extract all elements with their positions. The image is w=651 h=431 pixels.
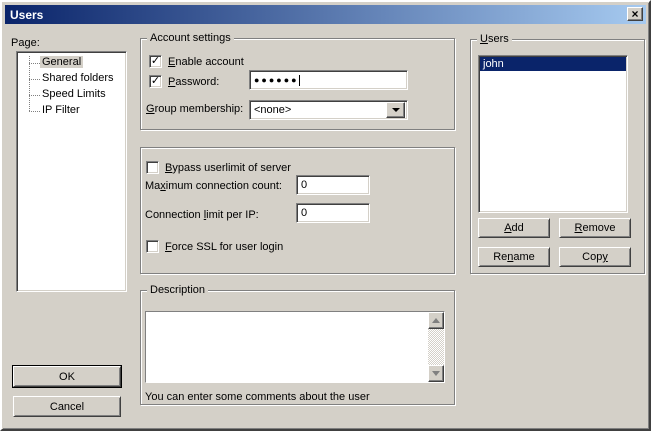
connection-settings-group: ✓ Bypass userlimit of server Maximum con… (140, 147, 455, 274)
dropdown-button[interactable] (386, 102, 405, 118)
remove-user-button[interactable]: Remove (559, 218, 631, 238)
list-item[interactable]: john (480, 57, 626, 71)
copy-button-label: Copy (582, 251, 608, 263)
rename-user-button[interactable]: Rename (478, 247, 550, 267)
tree-item-ip-filter[interactable]: IP Filter (17, 103, 126, 119)
password-label: Password: (168, 76, 219, 88)
page-tree[interactable]: General Shared folders Speed Limits IP F… (16, 51, 127, 292)
connection-limit-per-ip-input[interactable]: 0 (296, 203, 370, 223)
remove-button-label: Remove (575, 222, 616, 234)
account-settings-group: Account settings ✓ Enable account ✓ Pass… (140, 38, 455, 130)
rename-button-label: Rename (493, 251, 535, 263)
password-checkbox[interactable]: ✓ (149, 75, 162, 88)
description-text[interactable] (146, 312, 428, 382)
tree-item-general[interactable]: General (17, 55, 126, 71)
tree-branch-icon (29, 95, 40, 96)
users-group-title: Users (477, 33, 512, 45)
tree-item-speed-limits[interactable]: Speed Limits (17, 87, 126, 103)
password-input[interactable]: ●●●●●● (249, 70, 408, 90)
users-group: Users john Add Remove Rename Copy (470, 39, 645, 274)
cancel-button-label: Cancel (50, 401, 84, 413)
tree-branch-icon (29, 79, 40, 80)
text-caret (299, 75, 300, 86)
group-membership-select[interactable]: <none> (249, 100, 408, 120)
password-masked-value: ●●●●●● (254, 75, 299, 85)
ok-button[interactable]: OK (13, 366, 121, 387)
close-button[interactable]: × (627, 7, 643, 21)
check-icon: ✓ (151, 76, 160, 86)
titlebar[interactable]: Users × (5, 5, 646, 24)
tree-item-label: IP Filter (40, 104, 82, 116)
group-membership-label: Group membership: (146, 103, 243, 115)
cancel-button[interactable]: Cancel (13, 396, 121, 417)
description-hint: You can enter some comments about the us… (145, 391, 370, 403)
max-connection-count-value: 0 (301, 179, 307, 191)
add-button-label: Add (504, 222, 524, 234)
tree-branch-icon (29, 111, 40, 112)
tree-item-label: General (40, 56, 83, 68)
tree-item-shared-folders[interactable]: Shared folders (17, 71, 126, 87)
description-textarea[interactable] (145, 311, 445, 383)
description-title: Description (147, 284, 208, 296)
bypass-userlimit-checkbox[interactable]: ✓ (146, 161, 159, 174)
add-user-button[interactable]: Add (478, 218, 550, 238)
ok-button-label: OK (59, 371, 75, 383)
tree-item-label: Speed Limits (40, 88, 108, 100)
enable-account-label: Enable account (168, 56, 244, 68)
vertical-scrollbar[interactable] (428, 312, 444, 382)
max-connection-count-label: Maximum connection count: (145, 180, 282, 192)
connection-limit-per-ip-value: 0 (301, 207, 307, 219)
force-ssl-checkbox[interactable]: ✓ (146, 240, 159, 253)
chevron-down-icon (392, 108, 400, 116)
window-title: Users (10, 8, 43, 22)
group-membership-value: <none> (252, 104, 386, 116)
page-label: Page: (11, 37, 40, 49)
close-icon: × (631, 9, 638, 19)
max-connection-count-input[interactable]: 0 (296, 175, 370, 195)
arrow-down-icon (432, 371, 440, 380)
connection-limit-per-ip-label: Connection limit per IP: (145, 209, 259, 221)
account-settings-title: Account settings (147, 32, 234, 44)
enable-account-checkbox[interactable]: ✓ (149, 55, 162, 68)
force-ssl-label: Force SSL for user login (165, 241, 283, 253)
users-dialog: Users × Page: General Shared folders Spe… (0, 0, 651, 431)
description-group: Description You can enter some comments … (140, 290, 455, 405)
tree-branch-icon (29, 63, 40, 64)
check-icon: ✓ (151, 56, 160, 66)
arrow-up-icon (432, 314, 440, 323)
scrollbar-track[interactable] (428, 329, 444, 365)
scroll-up-button[interactable] (428, 312, 444, 329)
users-list[interactable]: john (478, 55, 628, 213)
copy-user-button[interactable]: Copy (559, 247, 631, 267)
bypass-userlimit-label: Bypass userlimit of server (165, 162, 291, 174)
tree-item-label: Shared folders (40, 72, 116, 84)
scroll-down-button[interactable] (428, 365, 444, 382)
